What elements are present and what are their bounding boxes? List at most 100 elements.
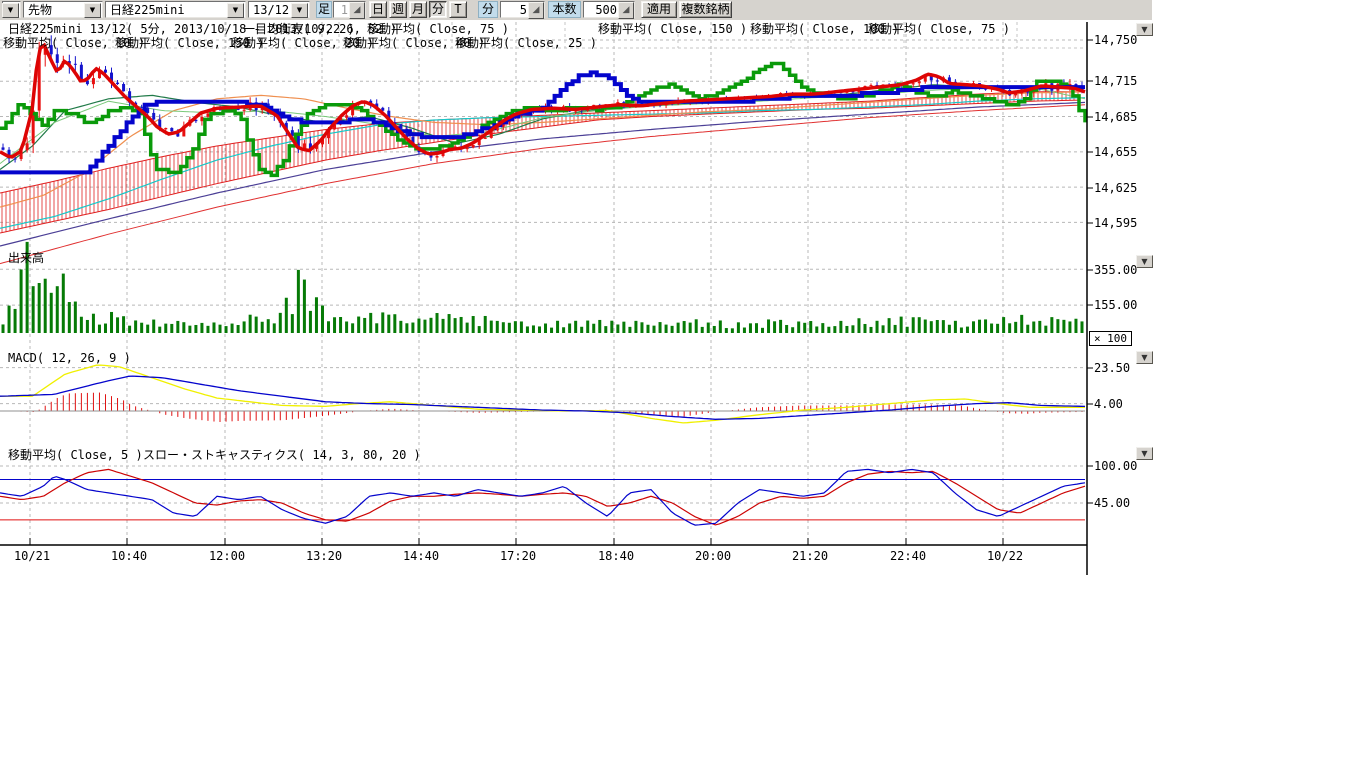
volume-bar: [665, 325, 668, 333]
volume-bar: [170, 324, 173, 333]
mini-combobox[interactable]: ▼: [2, 1, 21, 18]
volume-bar: [743, 328, 746, 333]
volume-bar: [267, 319, 270, 333]
macd-tick-label: 4.00: [1094, 398, 1123, 410]
volume-bar: [92, 314, 95, 333]
volume-bar: [659, 322, 662, 333]
time-axis-label: 21:20: [786, 550, 834, 562]
volume-pane-collapse-button[interactable]: ▼: [1136, 255, 1153, 268]
ichimoku-cloud: [0, 92, 1080, 233]
price-pane-collapse-button[interactable]: ▼: [1136, 23, 1153, 36]
spinner-icon[interactable]: ◢: [528, 2, 544, 19]
volume-bar: [273, 323, 276, 333]
symbol-select[interactable]: 日経225mini ▼: [105, 1, 246, 18]
candle-body: [200, 117, 203, 121]
volume-bar: [38, 283, 41, 333]
period-month-button[interactable]: 月: [409, 1, 427, 18]
volume-bar: [894, 325, 897, 333]
spinner-icon[interactable]: ◢: [618, 2, 634, 19]
spinner-icon[interactable]: ◢: [349, 2, 365, 19]
volume-bar: [297, 270, 300, 333]
volume-bar: [32, 286, 35, 333]
volume-bar: [219, 325, 222, 333]
volume-bar: [1008, 323, 1011, 333]
time-axis-label: 18:40: [592, 550, 640, 562]
price-tick-label: 14,750: [1094, 34, 1137, 46]
period-tick-button[interactable]: T: [449, 1, 467, 18]
apply-button[interactable]: 適用: [641, 1, 677, 18]
volume-bar: [719, 320, 722, 333]
stoch-pane-label: スロー・ストキャスティクス( 14, 3, 80, 20 ): [143, 449, 421, 461]
chevron-down-icon[interactable]: ▼: [84, 3, 101, 18]
bars-stepper[interactable]: 500 ◢: [583, 1, 635, 18]
volume-bar: [520, 321, 523, 333]
volume-bar: [122, 316, 125, 333]
chevron-down-icon[interactable]: ▼: [291, 3, 308, 18]
candle-body: [472, 145, 475, 148]
volume-bar: [791, 327, 794, 333]
volume-bar: [634, 321, 637, 333]
minute-label: 分: [478, 1, 498, 18]
volume-bar: [484, 316, 487, 333]
volume-bar: [496, 321, 499, 333]
candle-body: [116, 83, 119, 84]
volume-bar: [815, 326, 818, 333]
period-week-button[interactable]: 週: [389, 1, 407, 18]
volume-bar: [255, 317, 258, 333]
time-axis-label: 10/21: [8, 550, 56, 562]
minute-stepper[interactable]: 5 ◢: [500, 1, 545, 18]
volume-bar: [417, 319, 420, 333]
market-select[interactable]: 先物 ▼: [23, 1, 103, 18]
volume-bar: [375, 323, 378, 333]
volume-bar: [381, 312, 384, 333]
volume-bar: [556, 321, 559, 333]
volume-bar: [1080, 321, 1083, 333]
price-tick-label: 14,595: [1094, 217, 1137, 229]
volume-bar: [285, 298, 288, 333]
volume-bar: [363, 318, 366, 333]
macd-line: [0, 365, 1085, 423]
volume-bar: [351, 323, 354, 333]
multi-symbol-button[interactable]: 複数銘柄: [679, 1, 732, 18]
volume-bar: [1044, 326, 1047, 333]
time-axis-label: 12:00: [203, 550, 251, 562]
volume-bar: [62, 274, 65, 333]
volume-bar: [671, 326, 674, 333]
volume-bar: [713, 326, 716, 333]
volume-bar: [231, 324, 234, 333]
volume-bar: [291, 314, 294, 333]
legend-ma75b: 移動平均( Close, 75 ): [868, 23, 1010, 35]
symbol-select-value: 日経225mini: [110, 3, 185, 17]
legend-ma75: 移動平均( Close, 75 ): [367, 23, 509, 35]
period-minute-button[interactable]: 分: [429, 1, 447, 18]
candle-body: [104, 70, 107, 73]
volume-bar: [339, 317, 342, 333]
time-axis-label: 10/22: [981, 550, 1029, 562]
contract-select[interactable]: 13/12 ▼: [248, 1, 310, 18]
period-day-button[interactable]: 日: [369, 1, 387, 18]
time-axis-label: 20:00: [689, 550, 737, 562]
volume-bar: [689, 323, 692, 333]
stoch-pane-collapse-button[interactable]: ▼: [1136, 447, 1153, 460]
volume-bar: [857, 318, 860, 333]
volume-bar: [725, 328, 728, 333]
volume-bar: [80, 317, 83, 333]
volume-bar: [640, 322, 643, 333]
volume-bar: [863, 324, 866, 333]
volume-bar: [731, 328, 734, 333]
volume-bar: [243, 321, 246, 333]
macd-pane-collapse-button[interactable]: ▼: [1136, 351, 1153, 364]
volume-bar: [345, 322, 348, 333]
interval-stepper[interactable]: 1 ◢: [333, 1, 366, 18]
macd-signal-line: [0, 376, 1085, 419]
chevron-down-icon[interactable]: ▼: [2, 3, 19, 18]
volume-bar: [803, 323, 806, 333]
chevron-down-icon[interactable]: ▼: [227, 3, 244, 18]
volume-bar: [134, 320, 137, 333]
volume-bar: [948, 325, 951, 333]
stoch-k-line: [0, 469, 1085, 525]
volume-bar: [357, 317, 360, 333]
volume-bar: [628, 327, 631, 333]
volume-bar: [851, 325, 854, 333]
volume-bar: [472, 316, 475, 333]
